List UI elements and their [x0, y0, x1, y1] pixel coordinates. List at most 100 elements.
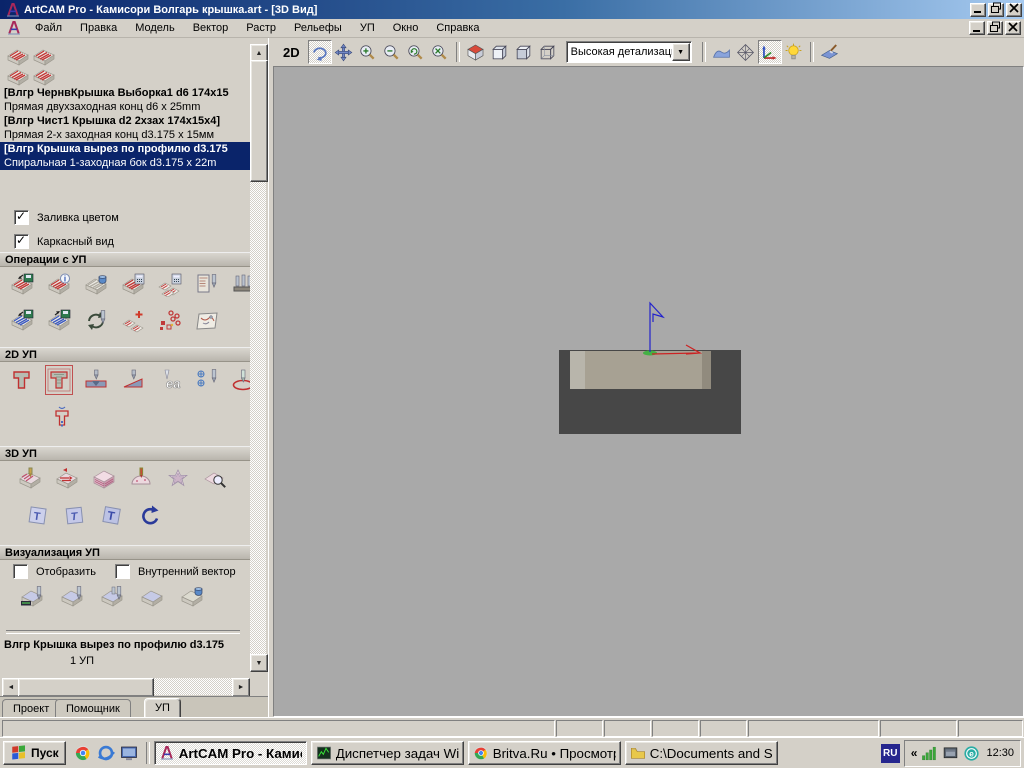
menu-edit[interactable]: Правка	[71, 20, 126, 36]
load-toolpath-icon[interactable]	[8, 306, 36, 336]
menu-raster[interactable]: Растр	[237, 20, 285, 36]
menu-help[interactable]: Справка	[427, 20, 488, 36]
menu-reliefs[interactable]: Рельефы	[285, 20, 351, 36]
simulate-all-icon[interactable]	[98, 582, 126, 612]
task-artcam[interactable]: ArtCAM Pro - Камисо...	[154, 741, 307, 765]
machine-relief-flat-icon[interactable]: T	[24, 501, 52, 531]
toolpaths-icon[interactable]	[32, 64, 58, 84]
raster-roughing-icon[interactable]	[53, 464, 81, 494]
child-close-button[interactable]	[1005, 21, 1021, 35]
3d-cut-icon[interactable]	[127, 464, 155, 494]
toolpath-name[interactable]: [Влгр Чист1 Крышка d2 2хзах 174x15x4]	[0, 114, 250, 128]
draft-grid-icon[interactable]	[734, 40, 758, 64]
calculate-toolpath-icon[interactable]	[119, 270, 147, 300]
waterline-icon[interactable]	[90, 464, 118, 494]
toolpath-tool[interactable]: Прямая двухзаходная конц d6 x 25mm	[0, 100, 250, 114]
colour-shade-checkbox[interactable]	[14, 210, 29, 225]
switch-2d-button[interactable]: 2D	[279, 44, 304, 61]
undo-icon[interactable]	[135, 501, 163, 531]
relief-shade-icon[interactable]	[710, 40, 734, 64]
scroll-right-button[interactable]: ►	[232, 678, 250, 697]
toolpath-name[interactable]: [Влгр ЧернвКрышка Выборка1 d6 174x15	[0, 86, 250, 100]
network-signal-icon[interactable]	[921, 745, 938, 762]
collapse-tray-icon[interactable]: «	[911, 746, 918, 760]
view-along-x-icon[interactable]	[488, 40, 512, 64]
task-taskmanager[interactable]: Диспетчер задач Wind...	[311, 741, 464, 765]
machine-relief-3d-icon[interactable]: T	[98, 501, 126, 531]
new-toolpath-icon[interactable]	[82, 270, 110, 300]
task-explorer[interactable]: C:\Documents and Settin...	[625, 741, 778, 765]
tab-project[interactable]: Проект	[2, 699, 60, 717]
toolpaths-icon[interactable]	[6, 64, 32, 84]
view-along-z-icon[interactable]	[536, 40, 560, 64]
bevel-carving-icon[interactable]	[119, 365, 147, 395]
reset-simulation-icon[interactable]	[138, 582, 166, 612]
zoom-in-icon[interactable]	[356, 40, 380, 64]
toolpath-notes-icon[interactable]	[193, 270, 221, 300]
scroll-thumb[interactable]	[18, 678, 154, 697]
toolpath-tool[interactable]: Прямая 2-х заходная конц d3.175 x 15мм	[0, 128, 250, 142]
child-restore-button[interactable]	[987, 21, 1003, 35]
child-minimize-button[interactable]	[969, 21, 985, 35]
menu-model[interactable]: Модель	[126, 20, 183, 36]
tab-assistant[interactable]: Помощник	[55, 699, 131, 717]
z-roughing-icon[interactable]	[16, 464, 44, 494]
merge-toolpaths-icon[interactable]	[156, 306, 184, 336]
start-button[interactable]: Пуск	[3, 741, 66, 765]
menu-window[interactable]: Окно	[384, 20, 428, 36]
save-toolpath-as-icon[interactable]	[8, 270, 36, 300]
toolpaths-icon[interactable]	[6, 44, 32, 64]
toolpath-name[interactable]: [Влгр Крышка вырез по профилю d3.175	[0, 142, 250, 156]
detail-level-dropdown[interactable]: Высокая детализация ▼	[566, 41, 692, 63]
language-indicator[interactable]: RU	[881, 744, 900, 763]
menu-toolpaths[interactable]: УП	[351, 20, 384, 36]
rotate-icon[interactable]	[308, 40, 332, 64]
pan-icon[interactable]	[332, 40, 356, 64]
toolpath-template-icon[interactable]	[193, 306, 221, 336]
iso-view-icon[interactable]	[464, 40, 488, 64]
view-along-y-icon[interactable]	[512, 40, 536, 64]
scroll-down-button[interactable]: ▼	[250, 654, 268, 672]
lighting-icon[interactable]	[782, 40, 806, 64]
panel-horizontal-scrollbar[interactable]: ◄ ►	[2, 678, 248, 695]
simulate-toolpath-icon[interactable]	[18, 582, 46, 612]
v-bit-carving-icon[interactable]	[82, 365, 110, 395]
transform-toolpath-icon[interactable]	[82, 306, 110, 336]
restore-button[interactable]	[988, 3, 1004, 17]
save-toolpath-icon[interactable]	[45, 306, 73, 336]
origin-axes-icon[interactable]	[758, 40, 782, 64]
wireframe-checkbox[interactable]	[14, 234, 29, 249]
tab-toolpaths[interactable]: УП	[144, 698, 181, 717]
close-button[interactable]	[1006, 3, 1022, 17]
simulate-fast-icon[interactable]	[58, 582, 86, 612]
zoom-out-icon[interactable]	[380, 40, 404, 64]
show-desktop-icon[interactable]	[120, 744, 138, 762]
show-simulation-checkbox[interactable]	[13, 564, 28, 579]
copy-toolpath-icon[interactable]	[119, 306, 147, 336]
inlay-icon[interactable]	[48, 402, 76, 432]
toolpath-preview-icon[interactable]	[201, 464, 229, 494]
panel-vertical-scrollbar[interactable]: ▲ ▼	[250, 44, 266, 670]
machine-relief-angle-icon[interactable]: T	[61, 501, 89, 531]
drilling-icon[interactable]	[193, 365, 221, 395]
toolpath-tool[interactable]: Спиральная 1-заходная бок d3.175 x 22m	[0, 156, 250, 170]
zoom-previous-icon[interactable]	[404, 40, 428, 64]
inner-vector-checkbox[interactable]	[115, 564, 130, 579]
batch-calculate-icon[interactable]	[156, 270, 184, 300]
paint-relief-icon[interactable]	[818, 40, 842, 64]
feature-machining-icon[interactable]	[164, 464, 192, 494]
engraving-icon[interactable]: ea	[156, 365, 184, 395]
chevron-down-icon[interactable]: ▼	[672, 43, 690, 61]
zoom-objects-icon[interactable]	[428, 40, 452, 64]
display-settings-icon[interactable]	[942, 745, 959, 762]
eset-antivirus-icon[interactable]: e	[963, 745, 980, 762]
pocket-icon[interactable]	[45, 365, 73, 395]
menu-file[interactable]: Файл	[26, 20, 71, 36]
toolpath-info-icon[interactable]: i	[45, 270, 73, 300]
internet-explorer-icon[interactable]	[97, 744, 115, 762]
chrome-icon[interactable]	[74, 744, 92, 762]
scroll-thumb[interactable]	[250, 60, 268, 182]
delete-simulation-icon[interactable]	[178, 582, 206, 612]
minimize-button[interactable]	[970, 3, 986, 17]
3d-viewport[interactable]	[273, 66, 1024, 717]
